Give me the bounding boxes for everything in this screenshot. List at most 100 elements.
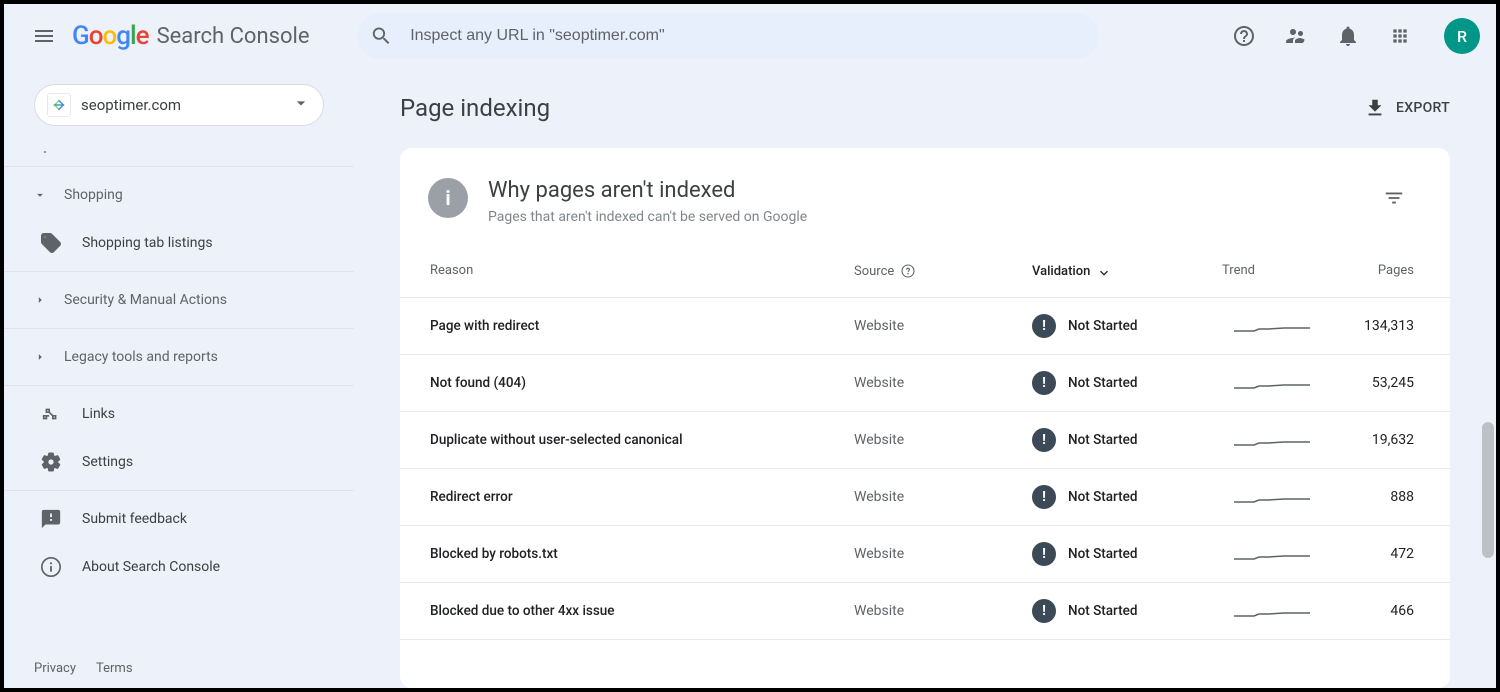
privacy-link[interactable]: Privacy (34, 661, 76, 676)
export-label: EXPORT (1396, 100, 1450, 116)
validation-status: Not Started (1068, 546, 1137, 562)
reasons-table: Reason Source Validation Trend Pages Pag… (400, 235, 1450, 640)
column-trend[interactable]: Trend (1222, 263, 1322, 279)
sidebar-section-label: Security & Manual Actions (64, 292, 227, 308)
card-subtitle: Pages that aren't indexed can't be serve… (488, 209, 807, 225)
cell-pages: 19,632 (1334, 432, 1414, 448)
export-button[interactable]: EXPORT (1364, 97, 1450, 119)
sidebar-section-label: Shopping (64, 187, 123, 203)
table-row[interactable]: Page with redirect Website ! Not Started… (400, 298, 1450, 355)
chevron-down-icon (30, 188, 50, 202)
cell-pages: 53,245 (1334, 375, 1414, 391)
apps-button[interactable] (1380, 16, 1420, 56)
users-settings-button[interactable] (1276, 16, 1316, 56)
help-outline-icon (900, 263, 916, 279)
table-row[interactable]: Not found (404) Website ! Not Started 53… (400, 355, 1450, 412)
column-reason[interactable]: Reason (430, 263, 854, 279)
sidebar-section-security[interactable]: Security & Manual Actions (4, 276, 354, 324)
table-row[interactable]: Blocked by robots.txt Website ! Not Star… (400, 526, 1450, 583)
card-header: i Why pages aren't indexed Pages that ar… (400, 148, 1450, 235)
cell-validation: ! Not Started (1032, 485, 1210, 509)
page-title: Page indexing (400, 94, 550, 122)
column-pages[interactable]: Pages (1334, 263, 1414, 279)
sidebar-collapsed-item[interactable] (4, 142, 354, 162)
sidebar-item-feedback[interactable]: Submit feedback (4, 495, 354, 543)
sidebar-section-label: Legacy tools and reports (64, 349, 218, 365)
filter-list-icon (1383, 187, 1405, 209)
validation-status: Not Started (1068, 489, 1137, 505)
cell-trend (1234, 545, 1334, 563)
cell-reason: Duplicate without user-selected canonica… (430, 432, 854, 448)
column-source[interactable]: Source (854, 263, 1032, 279)
property-favicon (47, 93, 71, 117)
sidebar-item-label: Links (82, 406, 115, 422)
header-actions: R (1224, 16, 1480, 56)
sidebar-section-legacy[interactable]: Legacy tools and reports (4, 333, 354, 381)
hamburger-menu-button[interactable] (20, 12, 68, 60)
notifications-button[interactable] (1328, 16, 1368, 56)
column-validation[interactable]: Validation (1032, 263, 1210, 279)
cell-validation: ! Not Started (1032, 314, 1210, 338)
cell-source: Website (854, 546, 1032, 562)
cell-trend (1234, 317, 1334, 335)
cell-source: Website (854, 318, 1032, 334)
bell-icon (1336, 24, 1360, 48)
validation-status: Not Started (1068, 318, 1137, 334)
cell-reason: Blocked by robots.txt (430, 546, 854, 562)
download-icon (1364, 97, 1386, 119)
cell-trend (1234, 602, 1334, 620)
apps-grid-icon (1390, 26, 1410, 46)
sidebar-item-links[interactable]: Links (4, 390, 354, 438)
property-name: seoptimer.com (81, 96, 291, 114)
placeholder-icon (40, 145, 58, 159)
cell-pages: 888 (1334, 489, 1414, 505)
help-icon (1232, 24, 1256, 48)
cell-pages: 134,313 (1334, 318, 1414, 334)
links-icon (40, 403, 62, 425)
filter-button[interactable] (1374, 178, 1414, 218)
scrollbar-thumb[interactable] (1482, 422, 1494, 558)
sidebar-item-about[interactable]: About Search Console (4, 543, 354, 591)
scrollbar[interactable] (1480, 226, 1496, 688)
card-title: Why pages aren't indexed (488, 178, 807, 203)
search-input[interactable] (410, 27, 1085, 45)
url-inspect-search[interactable] (358, 13, 1098, 59)
exclamation-badge-icon: ! (1032, 542, 1056, 566)
cell-reason: Blocked due to other 4xx issue (430, 603, 854, 619)
arrow-down-icon (1096, 263, 1112, 279)
cell-reason: Redirect error (430, 489, 854, 505)
feedback-icon (40, 508, 62, 530)
product-logo[interactable]: Google Search Console (72, 21, 310, 51)
table-row[interactable]: Duplicate without user-selected canonica… (400, 412, 1450, 469)
table-row[interactable]: Blocked due to other 4xx issue Website !… (400, 583, 1450, 640)
chevron-right-icon (30, 293, 50, 307)
table-header-row: Reason Source Validation Trend Pages (400, 235, 1450, 298)
sidebar-item-shopping-listings[interactable]: Shopping tab listings (4, 219, 354, 267)
sidebar-section-shopping[interactable]: Shopping (4, 171, 354, 219)
indexing-reasons-card: i Why pages aren't indexed Pages that ar… (400, 148, 1450, 688)
swap-icon (51, 97, 67, 113)
sidebar-item-label: Submit feedback (82, 511, 187, 527)
exclamation-badge-icon: ! (1032, 428, 1056, 452)
validation-status: Not Started (1068, 375, 1137, 391)
cell-pages: 472 (1334, 546, 1414, 562)
exclamation-badge-icon: ! (1032, 314, 1056, 338)
table-row[interactable]: Redirect error Website ! Not Started 888 (400, 469, 1450, 526)
app-header: Google Search Console R (4, 4, 1496, 68)
cell-source: Website (854, 432, 1032, 448)
people-gear-icon (1284, 24, 1308, 48)
cell-pages: 466 (1334, 603, 1414, 619)
property-selector[interactable]: seoptimer.com (34, 84, 324, 126)
terms-link[interactable]: Terms (96, 661, 133, 676)
cell-trend (1234, 374, 1334, 392)
sidebar: seoptimer.com Shopping Shopping tab list… (4, 68, 354, 688)
sidebar-item-label: About Search Console (82, 559, 220, 575)
page-header: Page indexing EXPORT (354, 68, 1496, 148)
help-button[interactable] (1224, 16, 1264, 56)
google-logo: Google (72, 21, 149, 51)
sidebar-item-label: Settings (82, 454, 133, 470)
account-avatar[interactable]: R (1444, 18, 1480, 54)
sidebar-item-settings[interactable]: Settings (4, 438, 354, 486)
cell-validation: ! Not Started (1032, 428, 1210, 452)
exclamation-badge-icon: ! (1032, 371, 1056, 395)
